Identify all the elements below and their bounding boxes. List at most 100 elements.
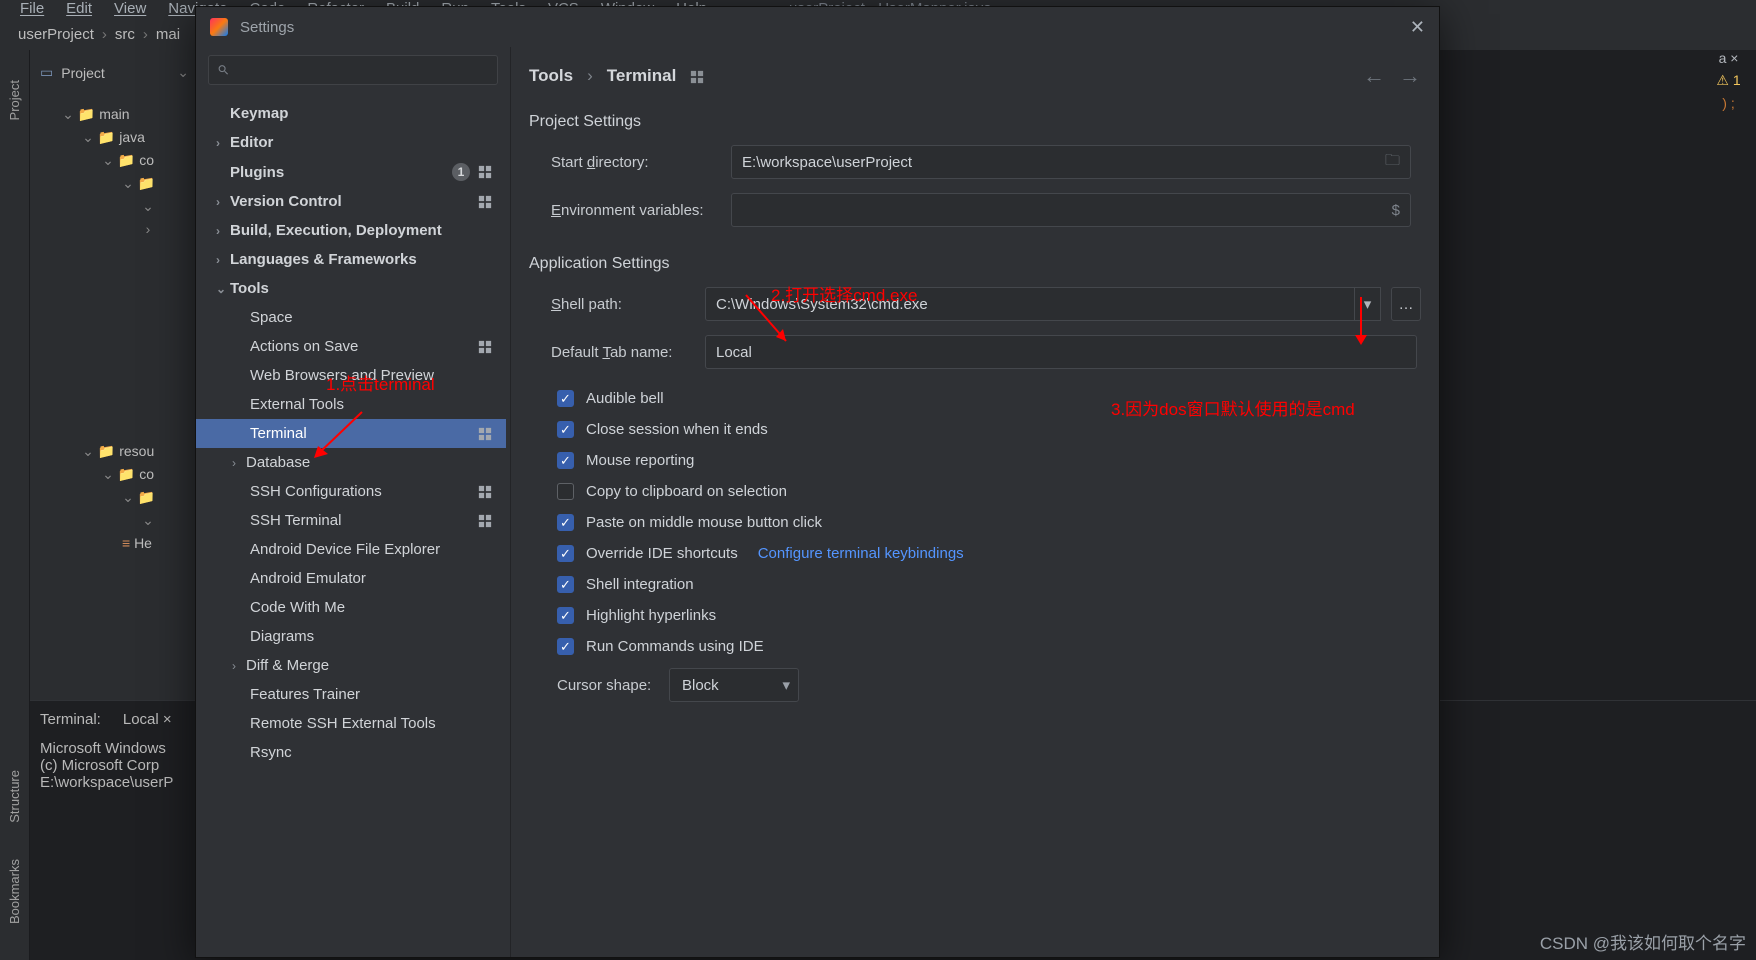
nav-rsync[interactable]: Rsync xyxy=(196,738,506,767)
dialog-titlebar: Settings ✕ xyxy=(196,7,1439,47)
shell-path-input[interactable] xyxy=(716,296,1344,313)
tree-he[interactable]: He xyxy=(134,535,152,551)
checkbox-icon[interactable] xyxy=(557,421,574,438)
section-application-settings: Application Settings xyxy=(529,255,1421,273)
label-cursor-shape: Cursor shape: xyxy=(529,677,669,694)
per-project-icon xyxy=(478,195,492,209)
checkbox-icon[interactable] xyxy=(557,638,574,655)
settings-main-panel: Tools › Terminal ← → Project Settings St… xyxy=(511,47,1439,957)
nav-bed[interactable]: ›Build, Execution, Deployment xyxy=(196,216,506,245)
tree-resources[interactable]: resou xyxy=(119,443,154,459)
nav-remote-ssh[interactable]: Remote SSH External Tools xyxy=(196,709,506,738)
label-tab-name: Default Tab name: xyxy=(529,344,705,361)
tab-bookmarks[interactable]: Bookmarks xyxy=(7,859,22,924)
menu-view[interactable]: View xyxy=(114,0,146,17)
search-icon xyxy=(217,63,230,77)
shell-path-field[interactable] xyxy=(705,287,1355,321)
shell-path-dropdown-icon[interactable]: ▾ xyxy=(1355,287,1381,321)
nav-ssh-terminal[interactable]: SSH Terminal xyxy=(196,506,506,535)
plugins-badge: 1 xyxy=(452,163,470,181)
intellij-logo-icon xyxy=(210,18,228,36)
checkbox-icon[interactable] xyxy=(557,390,574,407)
checkbox-icon[interactable] xyxy=(557,514,574,531)
env-vars-input[interactable] xyxy=(742,202,1392,219)
tree-main[interactable]: main xyxy=(99,106,129,122)
label-shell-path: Shell path: xyxy=(529,296,705,313)
per-project-icon xyxy=(478,514,492,528)
tree-co[interactable]: co xyxy=(139,152,154,168)
check-close-session[interactable]: Close session when it ends xyxy=(529,414,1421,445)
chevron-down-icon[interactable]: ⌄ xyxy=(177,64,189,81)
section-project-settings: Project Settings xyxy=(529,113,1421,131)
nav-actions-on-save[interactable]: Actions on Save xyxy=(196,332,506,361)
gutter-doc-tab[interactable]: a × xyxy=(1719,50,1739,66)
check-paste-middle[interactable]: Paste on middle mouse button click xyxy=(529,507,1421,538)
check-override-shortcuts[interactable]: Override IDE shortcutsConfigure terminal… xyxy=(529,538,1421,569)
start-directory-field[interactable]: 🗀 xyxy=(731,145,1411,179)
nav-space[interactable]: Space xyxy=(196,303,506,332)
nav-diagrams[interactable]: Diagrams xyxy=(196,622,506,651)
back-icon[interactable]: ← xyxy=(1363,63,1385,89)
nav-lang[interactable]: ›Languages & Frameworks xyxy=(196,245,506,274)
checkbox-icon[interactable] xyxy=(557,452,574,469)
nav-emu[interactable]: Android Emulator xyxy=(196,564,506,593)
checkbox-icon[interactable] xyxy=(557,483,574,500)
per-project-icon xyxy=(478,165,492,179)
nav-database[interactable]: ›Database xyxy=(196,448,506,477)
crumb-0[interactable]: userProject xyxy=(18,26,94,43)
check-mouse-reporting[interactable]: Mouse reporting xyxy=(529,445,1421,476)
tree-java[interactable]: java xyxy=(119,129,145,145)
checkbox-icon[interactable] xyxy=(557,545,574,562)
env-vars-expand-icon[interactable]: $ xyxy=(1392,202,1400,219)
project-panel-title: Project xyxy=(61,65,105,81)
nav-features-trainer[interactable]: Features Trainer xyxy=(196,680,506,709)
tab-project[interactable]: Project xyxy=(7,80,22,120)
nav-terminal[interactable]: Terminal xyxy=(196,419,506,448)
menu-file[interactable]: File xyxy=(20,0,44,17)
env-vars-field[interactable]: $ xyxy=(731,193,1411,227)
nav-tools[interactable]: ⌄Tools xyxy=(196,274,506,303)
tab-name-input[interactable] xyxy=(716,344,1406,361)
crumb-2[interactable]: mai xyxy=(156,26,180,43)
nav-cwm[interactable]: Code With Me xyxy=(196,593,506,622)
check-run-ide[interactable]: Run Commands using IDE xyxy=(529,631,1421,662)
close-icon[interactable]: ✕ xyxy=(1410,17,1425,38)
crumb-tools[interactable]: Tools xyxy=(529,66,573,86)
shell-path-browse-button[interactable]: … xyxy=(1391,287,1421,321)
per-project-icon xyxy=(690,69,704,83)
nav-keymap[interactable]: Keymap xyxy=(196,99,506,128)
nav-web-browsers[interactable]: Web Browsers and Preview xyxy=(196,361,506,390)
forward-icon[interactable]: → xyxy=(1399,63,1421,89)
check-shell-integration[interactable]: Shell integration xyxy=(529,569,1421,600)
settings-search-input[interactable] xyxy=(238,63,489,78)
nav-diff-merge[interactable]: ›Diff & Merge xyxy=(196,651,506,680)
nav-adfe[interactable]: Android Device File Explorer xyxy=(196,535,506,564)
folder-icon: ▭ xyxy=(40,64,53,81)
nav-external-tools[interactable]: External Tools xyxy=(196,390,506,419)
per-project-icon xyxy=(478,340,492,354)
watermark-text: CSDN @我该如何取个名字 xyxy=(1540,929,1746,954)
checkbox-icon[interactable] xyxy=(557,607,574,624)
nav-editor[interactable]: ›Editor xyxy=(196,128,506,157)
crumb-1[interactable]: src xyxy=(115,26,135,43)
check-audible-bell[interactable]: Audible bell xyxy=(529,383,1421,414)
tree-co2[interactable]: co xyxy=(139,466,154,482)
nav-plugins[interactable]: Plugins 1 xyxy=(196,157,506,187)
terminal-tab-local[interactable]: Local × xyxy=(115,709,180,730)
tab-structure[interactable]: Structure xyxy=(7,770,22,823)
settings-search[interactable] xyxy=(208,55,498,85)
nav-version-control[interactable]: ›Version Control xyxy=(196,187,506,216)
menu-edit[interactable]: Edit xyxy=(66,0,92,17)
right-gutter: a × ⚠ 1 ) ; xyxy=(1701,50,1756,111)
tab-name-field[interactable] xyxy=(705,335,1417,369)
checkbox-icon[interactable] xyxy=(557,576,574,593)
cursor-shape-select[interactable]: Block▾ xyxy=(669,668,799,702)
browse-folder-icon[interactable]: 🗀 xyxy=(1385,150,1400,175)
link-configure-keybindings[interactable]: Configure terminal keybindings xyxy=(750,545,964,562)
analyze-warn-badge[interactable]: ⚠ 1 xyxy=(1716,72,1740,89)
start-directory-input[interactable] xyxy=(742,154,1385,171)
check-highlight-links[interactable]: Highlight hyperlinks xyxy=(529,600,1421,631)
check-copy-clipboard[interactable]: Copy to clipboard on selection xyxy=(529,476,1421,507)
per-project-icon xyxy=(478,485,492,499)
nav-ssh-config[interactable]: SSH Configurations xyxy=(196,477,506,506)
